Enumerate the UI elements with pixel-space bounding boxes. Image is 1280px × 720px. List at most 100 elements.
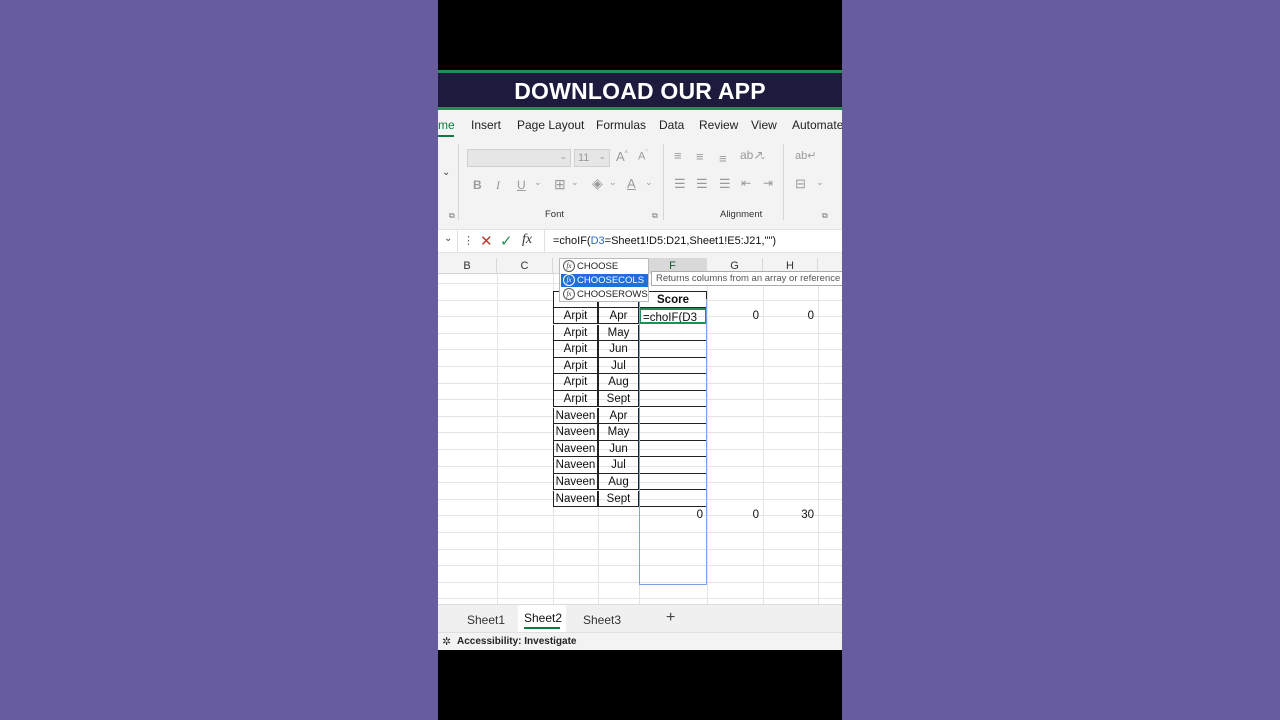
score-cell[interactable]: [639, 490, 707, 508]
chevron-down-icon[interactable]: ⌄: [645, 177, 653, 188]
tab-insert[interactable]: Insert: [471, 118, 501, 132]
tab-formulas[interactable]: Formulas: [596, 118, 646, 132]
month-cell[interactable]: Jun: [598, 440, 639, 458]
score-cell[interactable]: [639, 424, 707, 441]
name-cell[interactable]: Arpit: [553, 357, 598, 375]
value-cell-h[interactable]: 0: [763, 308, 818, 325]
chevron-down-icon[interactable]: ⌄: [534, 177, 542, 188]
sheet-tab-2[interactable]: Sheet2: [524, 611, 562, 625]
chevron-down-icon[interactable]: ⌄: [759, 151, 767, 162]
fill-color-icon[interactable]: ◈: [592, 175, 603, 192]
cancel-icon[interactable]: ✕: [480, 232, 493, 250]
align-middle-icon[interactable]: ≡: [696, 149, 704, 164]
name-cell[interactable]: Naveen: [553, 424, 598, 441]
dialog-launcher-icon[interactable]: ⧉: [652, 211, 658, 221]
merge-center-icon[interactable]: ⊟: [795, 176, 806, 192]
score-cell[interactable]: [639, 440, 707, 458]
tab-home[interactable]: me: [438, 118, 455, 132]
column-gridline: [497, 274, 498, 604]
value-cell-g[interactable]: 0: [707, 308, 763, 325]
score-cell[interactable]: [639, 407, 707, 425]
score-cell[interactable]: [639, 457, 707, 474]
increase-indent-icon[interactable]: ⇥: [763, 176, 773, 190]
name-cell[interactable]: Naveen: [553, 440, 598, 458]
month-cell[interactable]: Aug: [598, 374, 639, 391]
chevron-down-icon[interactable]: ⌄: [571, 177, 579, 188]
enter-icon[interactable]: ✓: [500, 232, 513, 250]
active-cell[interactable]: =choIF(D3: [639, 307, 707, 325]
score-cell[interactable]: [639, 374, 707, 391]
score-cell[interactable]: [639, 390, 707, 408]
align-left-icon[interactable]: ☰: [674, 176, 686, 192]
accessibility-icon[interactable]: ✲: [442, 635, 451, 648]
name-cell[interactable]: Arpit: [553, 390, 598, 408]
value-cell-h[interactable]: 30: [763, 507, 818, 524]
name-cell[interactable]: Arpit: [553, 341, 598, 358]
insert-function-icon[interactable]: fx: [522, 232, 532, 248]
more-options-icon[interactable]: ⋮: [463, 234, 474, 247]
font-size-dropdown[interactable]: 11 ⌄: [574, 149, 610, 167]
name-cell[interactable]: Naveen: [553, 473, 598, 491]
month-cell[interactable]: Sept: [598, 390, 639, 408]
name-cell[interactable]: Arpit: [553, 307, 598, 325]
name-cell[interactable]: Arpit: [553, 324, 598, 342]
add-sheet-button[interactable]: +: [666, 609, 675, 627]
align-right-icon[interactable]: ☰: [719, 176, 731, 192]
dialog-launcher-icon[interactable]: ⧉: [449, 211, 455, 221]
month-cell[interactable]: May: [598, 324, 639, 342]
font-color-icon[interactable]: A: [627, 176, 636, 191]
tab-data[interactable]: Data: [659, 118, 684, 132]
autocomplete-item-chooserows[interactable]: fx CHOOSEROWS: [561, 288, 648, 301]
sheet-tab-1[interactable]: Sheet1: [467, 613, 505, 627]
italic-button[interactable]: I: [496, 178, 500, 193]
formula-input[interactable]: =choIF(D3=Sheet1!D5:D21,Sheet1!E5:J21,""…: [553, 235, 776, 247]
tab-review[interactable]: Review: [699, 118, 738, 132]
name-cell[interactable]: Naveen: [553, 457, 598, 474]
header-cell-score[interactable]: Score: [639, 291, 707, 308]
align-top-icon[interactable]: ≡: [674, 148, 682, 163]
column-header-c[interactable]: C: [497, 258, 553, 274]
month-cell[interactable]: Aug: [598, 473, 639, 491]
wrap-text-icon[interactable]: ab↵: [795, 149, 816, 162]
underline-button[interactable]: U: [517, 178, 526, 192]
month-cell[interactable]: Apr: [598, 307, 639, 325]
month-cell[interactable]: Sept: [598, 490, 639, 508]
align-center-icon[interactable]: ☰: [696, 176, 708, 192]
name-box[interactable]: ⌄: [438, 230, 458, 252]
score-cell[interactable]: [639, 341, 707, 358]
value-cell-f[interactable]: 0: [639, 507, 707, 524]
row-gridline: [438, 532, 842, 533]
sheet-tab-3[interactable]: Sheet3: [583, 613, 621, 627]
month-cell[interactable]: Apr: [598, 407, 639, 425]
tab-view[interactable]: View: [751, 118, 777, 132]
shrink-font-icon[interactable]: Aˇ: [638, 150, 648, 163]
tab-page-layout[interactable]: Page Layout: [517, 118, 584, 132]
dialog-launcher-icon[interactable]: ⧉: [822, 211, 828, 221]
chevron-down-icon[interactable]: ⌄: [442, 167, 450, 178]
chevron-down-icon[interactable]: ⌄: [816, 177, 824, 188]
autocomplete-item-choosecols[interactable]: fx CHOOSECOLS: [561, 274, 648, 287]
align-bottom-icon[interactable]: ≡: [719, 151, 727, 166]
borders-icon[interactable]: ⊞: [554, 176, 566, 193]
autocomplete-item-choose[interactable]: fx CHOOSE: [561, 260, 648, 273]
month-cell[interactable]: Jul: [598, 457, 639, 474]
column-header-b[interactable]: B: [438, 258, 497, 274]
accessibility-status[interactable]: Accessibility: Investigate: [457, 636, 577, 647]
chevron-down-icon[interactable]: ⌄: [609, 177, 617, 188]
month-cell[interactable]: May: [598, 424, 639, 441]
font-name-dropdown[interactable]: ⌄: [467, 149, 571, 167]
tab-automate[interactable]: Automate: [792, 118, 842, 132]
bold-button[interactable]: B: [473, 178, 482, 192]
grow-font-icon[interactable]: A^: [616, 149, 628, 164]
name-cell[interactable]: Naveen: [553, 490, 598, 508]
name-cell[interactable]: Arpit: [553, 374, 598, 391]
month-cell[interactable]: Jun: [598, 341, 639, 358]
name-cell[interactable]: Naveen: [553, 407, 598, 425]
spreadsheet-grid[interactable]: B C F G H Score Arpit Apr =choIF(D3 Arpit May…: [438, 258, 842, 604]
value-cell-g[interactable]: 0: [707, 507, 763, 524]
score-cell[interactable]: [639, 357, 707, 375]
month-cell[interactable]: Jul: [598, 357, 639, 375]
score-cell[interactable]: [639, 324, 707, 342]
score-cell[interactable]: [639, 473, 707, 491]
decrease-indent-icon[interactable]: ⇤: [741, 176, 751, 190]
